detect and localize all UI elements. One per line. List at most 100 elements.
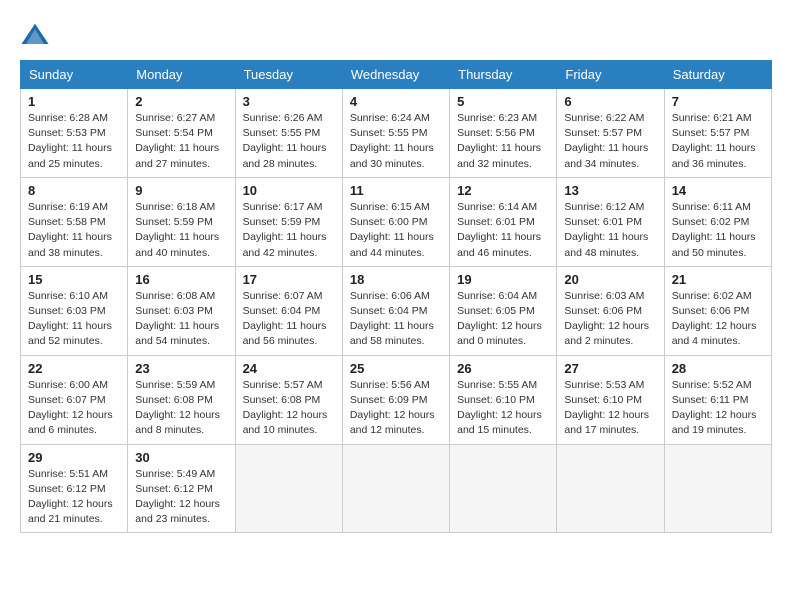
day-number: 17: [243, 272, 335, 287]
day-info: Sunrise: 6:15 AMSunset: 6:00 PMDaylight:…: [350, 200, 442, 261]
calendar-week-row: 22Sunrise: 6:00 AMSunset: 6:07 PMDayligh…: [21, 355, 772, 444]
day-number: 26: [457, 361, 549, 376]
calendar-cell: 28 Sunrise: 5:52 AMSunset: 6:11 PMDayligh…: [664, 355, 771, 444]
calendar-cell: 14 Sunrise: 6:11 AMSunset: 6:02 PMDayligh…: [664, 177, 771, 266]
calendar-cell: 13 Sunrise: 6:12 AMSunset: 6:01 PMDayligh…: [557, 177, 664, 266]
day-number: 6: [564, 94, 656, 109]
calendar-cell: 29 Sunrise: 5:51 AMSunset: 6:12 PMDayligh…: [21, 444, 128, 533]
calendar-cell: 8 Sunrise: 6:19 AMSunset: 5:58 PMDaylight…: [21, 177, 128, 266]
day-info: Sunrise: 5:51 AMSunset: 6:12 PMDaylight:…: [28, 467, 120, 528]
day-number: 2: [135, 94, 227, 109]
day-info: Sunrise: 5:57 AMSunset: 6:08 PMDaylight:…: [243, 378, 335, 439]
column-header-thursday: Thursday: [450, 61, 557, 89]
day-info: Sunrise: 6:17 AMSunset: 5:59 PMDaylight:…: [243, 200, 335, 261]
day-number: 16: [135, 272, 227, 287]
day-info: Sunrise: 5:53 AMSunset: 6:10 PMDaylight:…: [564, 378, 656, 439]
calendar-cell: 27 Sunrise: 5:53 AMSunset: 6:10 PMDayligh…: [557, 355, 664, 444]
day-number: 14: [672, 183, 764, 198]
day-info: Sunrise: 6:28 AMSunset: 5:53 PMDaylight:…: [28, 111, 120, 172]
day-info: Sunrise: 6:26 AMSunset: 5:55 PMDaylight:…: [243, 111, 335, 172]
calendar-cell: 20 Sunrise: 6:03 AMSunset: 6:06 PMDayligh…: [557, 266, 664, 355]
calendar-week-row: 15Sunrise: 6:10 AMSunset: 6:03 PMDayligh…: [21, 266, 772, 355]
day-info: Sunrise: 6:11 AMSunset: 6:02 PMDaylight:…: [672, 200, 764, 261]
day-number: 18: [350, 272, 442, 287]
calendar-cell: 30Sunrise: 5:49 AMSunset: 6:12 PMDayligh…: [128, 444, 235, 533]
day-number: 8: [28, 183, 120, 198]
calendar-cell: [450, 444, 557, 533]
column-header-saturday: Saturday: [664, 61, 771, 89]
calendar-cell: 1 Sunrise: 6:28 AMSunset: 5:53 PMDaylight…: [21, 89, 128, 178]
day-info: Sunrise: 6:23 AMSunset: 5:56 PMDaylight:…: [457, 111, 549, 172]
calendar-cell: 4Sunrise: 6:24 AMSunset: 5:55 PMDaylight…: [342, 89, 449, 178]
day-info: Sunrise: 5:56 AMSunset: 6:09 PMDaylight:…: [350, 378, 442, 439]
calendar-cell: [235, 444, 342, 533]
calendar-cell: 23 Sunrise: 5:59 AMSunset: 6:08 PMDayligh…: [128, 355, 235, 444]
day-number: 11: [350, 183, 442, 198]
day-number: 29: [28, 450, 120, 465]
day-info: Sunrise: 6:22 AMSunset: 5:57 PMDaylight:…: [564, 111, 656, 172]
calendar-cell: 5 Sunrise: 6:23 AMSunset: 5:56 PMDaylight…: [450, 89, 557, 178]
calendar-cell: [664, 444, 771, 533]
day-number: 20: [564, 272, 656, 287]
day-number: 27: [564, 361, 656, 376]
day-number: 24: [243, 361, 335, 376]
day-number: 9: [135, 183, 227, 198]
calendar-cell: 9 Sunrise: 6:18 AMSunset: 5:59 PMDaylight…: [128, 177, 235, 266]
calendar-cell: 10 Sunrise: 6:17 AMSunset: 5:59 PMDayligh…: [235, 177, 342, 266]
calendar-week-row: 1 Sunrise: 6:28 AMSunset: 5:53 PMDaylight…: [21, 89, 772, 178]
column-header-friday: Friday: [557, 61, 664, 89]
column-header-sunday: Sunday: [21, 61, 128, 89]
calendar-cell: 16Sunrise: 6:08 AMSunset: 6:03 PMDayligh…: [128, 266, 235, 355]
calendar-cell: 21 Sunrise: 6:02 AMSunset: 6:06 PMDayligh…: [664, 266, 771, 355]
day-info: Sunrise: 6:14 AMSunset: 6:01 PMDaylight:…: [457, 200, 549, 261]
column-header-tuesday: Tuesday: [235, 61, 342, 89]
day-info: Sunrise: 6:02 AMSunset: 6:06 PMDaylight:…: [672, 289, 764, 350]
calendar-cell: 12 Sunrise: 6:14 AMSunset: 6:01 PMDayligh…: [450, 177, 557, 266]
day-number: 21: [672, 272, 764, 287]
calendar-cell: 7 Sunrise: 6:21 AMSunset: 5:57 PMDaylight…: [664, 89, 771, 178]
calendar-table: SundayMondayTuesdayWednesdayThursdayFrid…: [20, 60, 772, 533]
day-info: Sunrise: 6:06 AMSunset: 6:04 PMDaylight:…: [350, 289, 442, 350]
day-number: 25: [350, 361, 442, 376]
calendar-cell: 6 Sunrise: 6:22 AMSunset: 5:57 PMDaylight…: [557, 89, 664, 178]
day-info: Sunrise: 6:19 AMSunset: 5:58 PMDaylight:…: [28, 200, 120, 261]
day-number: 1: [28, 94, 120, 109]
day-info: Sunrise: 6:03 AMSunset: 6:06 PMDaylight:…: [564, 289, 656, 350]
day-number: 10: [243, 183, 335, 198]
day-number: 23: [135, 361, 227, 376]
day-number: 19: [457, 272, 549, 287]
day-info: Sunrise: 6:24 AMSunset: 5:55 PMDaylight:…: [350, 111, 442, 172]
day-info: Sunrise: 5:52 AMSunset: 6:11 PMDaylight:…: [672, 378, 764, 439]
calendar-cell: 2 Sunrise: 6:27 AMSunset: 5:54 PMDaylight…: [128, 89, 235, 178]
day-info: Sunrise: 6:21 AMSunset: 5:57 PMDaylight:…: [672, 111, 764, 172]
day-info: Sunrise: 6:18 AMSunset: 5:59 PMDaylight:…: [135, 200, 227, 261]
calendar-cell: 26Sunrise: 5:55 AMSunset: 6:10 PMDayligh…: [450, 355, 557, 444]
calendar-cell: 18 Sunrise: 6:06 AMSunset: 6:04 PMDayligh…: [342, 266, 449, 355]
page-header: [20, 20, 772, 50]
day-info: Sunrise: 6:27 AMSunset: 5:54 PMDaylight:…: [135, 111, 227, 172]
column-header-monday: Monday: [128, 61, 235, 89]
calendar-cell: 3 Sunrise: 6:26 AMSunset: 5:55 PMDaylight…: [235, 89, 342, 178]
day-info: Sunrise: 6:07 AMSunset: 6:04 PMDaylight:…: [243, 289, 335, 350]
day-number: 5: [457, 94, 549, 109]
calendar-cell: 17 Sunrise: 6:07 AMSunset: 6:04 PMDayligh…: [235, 266, 342, 355]
calendar-cell: 15Sunrise: 6:10 AMSunset: 6:03 PMDayligh…: [21, 266, 128, 355]
day-number: 28: [672, 361, 764, 376]
day-number: 22: [28, 361, 120, 376]
day-info: Sunrise: 6:12 AMSunset: 6:01 PMDaylight:…: [564, 200, 656, 261]
calendar-cell: 11 Sunrise: 6:15 AMSunset: 6:00 PMDayligh…: [342, 177, 449, 266]
day-info: Sunrise: 5:59 AMSunset: 6:08 PMDaylight:…: [135, 378, 227, 439]
calendar-cell: [342, 444, 449, 533]
day-number: 7: [672, 94, 764, 109]
calendar-cell: 25 Sunrise: 5:56 AMSunset: 6:09 PMDayligh…: [342, 355, 449, 444]
calendar-header-row: SundayMondayTuesdayWednesdayThursdayFrid…: [21, 61, 772, 89]
day-number: 3: [243, 94, 335, 109]
day-number: 15: [28, 272, 120, 287]
calendar-cell: 22Sunrise: 6:00 AMSunset: 6:07 PMDayligh…: [21, 355, 128, 444]
logo-icon: [20, 20, 50, 50]
column-header-wednesday: Wednesday: [342, 61, 449, 89]
day-number: 12: [457, 183, 549, 198]
day-number: 13: [564, 183, 656, 198]
logo: [20, 20, 54, 50]
day-info: Sunrise: 6:04 AMSunset: 6:05 PMDaylight:…: [457, 289, 549, 350]
